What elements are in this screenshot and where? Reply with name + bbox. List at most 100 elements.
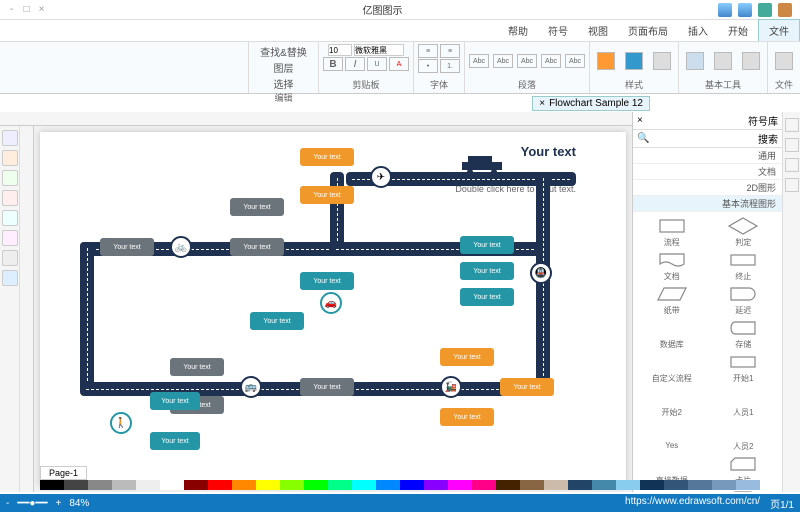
- tab-home[interactable]: 开始: [718, 20, 758, 41]
- swatch[interactable]: [232, 480, 256, 490]
- box[interactable]: Your text: [150, 432, 200, 450]
- font-name[interactable]: [354, 44, 404, 56]
- tab-help[interactable]: 帮助: [498, 20, 538, 41]
- cursor-tool[interactable]: [683, 46, 707, 76]
- zoom-slider[interactable]: ━━●━━: [17, 498, 47, 509]
- find-button[interactable]: 查找&替换: [260, 44, 307, 59]
- shape-para[interactable]: 纸带: [637, 284, 707, 316]
- swatch[interactable]: [616, 480, 640, 490]
- swatch[interactable]: [592, 480, 616, 490]
- swatch[interactable]: [328, 480, 352, 490]
- diagram-title[interactable]: Your text: [521, 144, 576, 159]
- tab-layout[interactable]: 页面布局: [618, 20, 678, 41]
- paste-button[interactable]: [772, 46, 796, 76]
- zoom-in[interactable]: +: [55, 498, 61, 509]
- box[interactable]: Your text: [300, 272, 354, 290]
- swatch[interactable]: [712, 480, 736, 490]
- shape-oval[interactable]: 开始2: [637, 386, 707, 418]
- swatch[interactable]: [256, 480, 280, 490]
- text-tool[interactable]: [739, 46, 763, 76]
- style-3[interactable]: Abc: [517, 54, 537, 68]
- qat-redo[interactable]: [738, 3, 752, 17]
- canvas[interactable]: Your text Double click here to input tex…: [40, 132, 626, 486]
- lt-8[interactable]: [2, 270, 18, 286]
- box[interactable]: Your text: [460, 236, 514, 254]
- tab-insert[interactable]: 插入: [678, 20, 718, 41]
- box[interactable]: Your text: [150, 392, 200, 410]
- box[interactable]: Your text: [300, 186, 354, 204]
- rt-3[interactable]: [785, 158, 799, 172]
- swatch[interactable]: [568, 480, 592, 490]
- swatch[interactable]: [136, 480, 160, 490]
- node-car[interactable]: 🚗: [320, 292, 342, 314]
- font-size[interactable]: [328, 44, 352, 56]
- swatch[interactable]: [496, 480, 520, 490]
- lt-3[interactable]: [2, 170, 18, 186]
- box[interactable]: Your text: [440, 348, 494, 366]
- box[interactable]: Your text: [100, 238, 154, 256]
- rt-2[interactable]: [785, 138, 799, 152]
- swatch[interactable]: [280, 480, 304, 490]
- layer-button[interactable]: 图层: [274, 60, 294, 75]
- style-2[interactable]: Abc: [493, 54, 513, 68]
- box[interactable]: Your text: [300, 378, 354, 396]
- swatch[interactable]: [376, 480, 400, 490]
- swatch[interactable]: [88, 480, 112, 490]
- swatch[interactable]: [424, 480, 448, 490]
- swatch[interactable]: [448, 480, 472, 490]
- font-color[interactable]: A: [389, 57, 409, 71]
- cat-2[interactable]: 2D图形: [633, 180, 782, 196]
- cat-0[interactable]: 通用: [633, 148, 782, 164]
- shape-oval2[interactable]: Yes: [637, 420, 707, 452]
- fill-button[interactable]: [594, 46, 618, 76]
- swatch[interactable]: [112, 480, 136, 490]
- node-plane[interactable]: ✈: [370, 166, 392, 188]
- swatch[interactable]: [472, 480, 496, 490]
- node-bus[interactable]: 🚌: [240, 376, 262, 398]
- shadow-button[interactable]: [650, 46, 674, 76]
- page-tab[interactable]: Page-1: [40, 466, 87, 480]
- style-4[interactable]: Abc: [541, 54, 561, 68]
- box[interactable]: Your text: [300, 148, 354, 166]
- shape-person2[interactable]: 人员2: [709, 420, 779, 452]
- select-button[interactable]: 选择: [274, 76, 294, 91]
- rt-1[interactable]: [785, 118, 799, 132]
- swatch[interactable]: [400, 480, 424, 490]
- shape-diamond[interactable]: 判定: [709, 216, 779, 248]
- node-bike[interactable]: 🚲: [170, 236, 192, 258]
- close-button[interactable]: ×: [36, 4, 47, 15]
- numbering[interactable]: 1.: [440, 59, 460, 73]
- shape-rect[interactable]: 流程: [637, 216, 707, 248]
- swatch[interactable]: [64, 480, 88, 490]
- shape-store[interactable]: 存储: [709, 318, 779, 350]
- align-center[interactable]: ≡: [440, 44, 460, 58]
- tab-symbol[interactable]: 符号: [538, 20, 578, 41]
- shape-round[interactable]: 终止: [709, 250, 779, 282]
- shape-rect2[interactable]: 自定义流程: [637, 352, 707, 384]
- shape-bullet[interactable]: 延迟: [709, 284, 779, 316]
- style-5[interactable]: Abc: [565, 54, 585, 68]
- box[interactable]: Your text: [500, 378, 554, 396]
- panel-close[interactable]: ×: [637, 115, 643, 126]
- swatch[interactable]: [736, 480, 760, 490]
- box[interactable]: Your text: [460, 288, 514, 306]
- swatch[interactable]: [544, 480, 568, 490]
- cat-1[interactable]: 文档: [633, 164, 782, 180]
- qat-print[interactable]: [778, 3, 792, 17]
- swatch[interactable]: [520, 480, 544, 490]
- node-metro[interactable]: 🚇: [530, 262, 552, 284]
- lt-6[interactable]: [2, 230, 18, 246]
- connector-tool[interactable]: [711, 46, 735, 76]
- underline[interactable]: U: [367, 57, 387, 71]
- shape-round2[interactable]: 开始1: [709, 352, 779, 384]
- lt-7[interactable]: [2, 250, 18, 266]
- swatch[interactable]: [160, 480, 184, 490]
- align-left[interactable]: ≡: [418, 44, 438, 58]
- box[interactable]: Your text: [230, 238, 284, 256]
- minimize-button[interactable]: -: [6, 4, 17, 15]
- swatch[interactable]: [352, 480, 376, 490]
- lt-2[interactable]: [2, 150, 18, 166]
- swatch[interactable]: [688, 480, 712, 490]
- lt-4[interactable]: [2, 190, 18, 206]
- lt-1[interactable]: [2, 130, 18, 146]
